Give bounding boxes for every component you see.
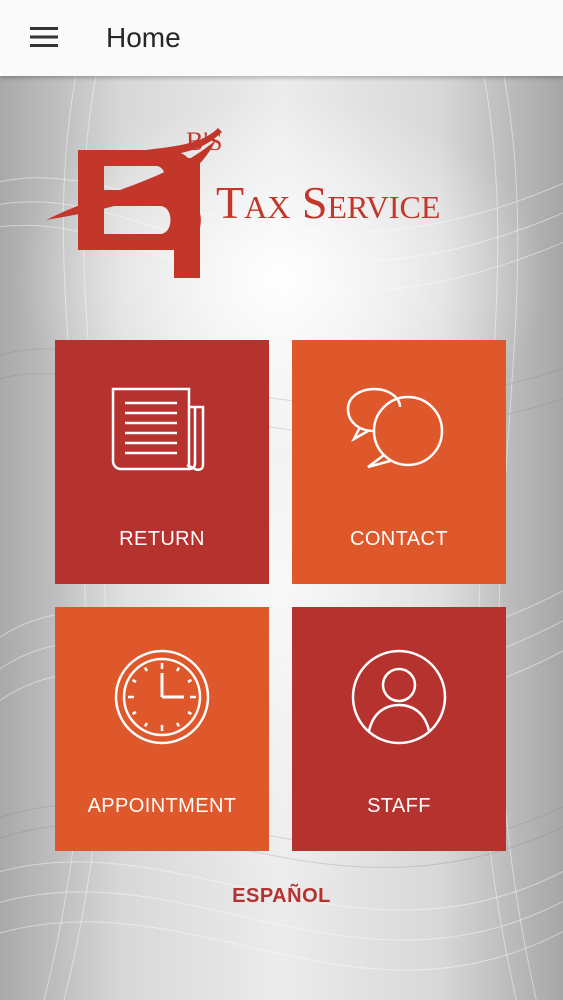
hamburger-menu-icon — [30, 27, 58, 47]
logo-mark: B'S — [186, 127, 223, 156]
newspaper-icon — [111, 387, 205, 472]
appointment-tile[interactable]: APPOINTMENT — [55, 607, 269, 851]
contact-tile[interactable]: CONTACT — [292, 340, 506, 584]
staff-label: STAFF — [367, 795, 431, 817]
page-title: Home — [106, 22, 181, 53]
chat-bubbles-icon — [346, 387, 444, 469]
user-avatar-icon — [351, 649, 447, 745]
brand-logo: B'S Tax Service — [46, 120, 521, 280]
return-label: RETURN — [119, 528, 205, 550]
menu-button[interactable] — [18, 14, 70, 60]
clock-icon — [114, 649, 210, 745]
logo-text: Tax Service — [216, 177, 440, 228]
appointment-label: APPOINTMENT — [87, 795, 237, 817]
contact-label: CONTACT — [350, 528, 448, 550]
staff-tile[interactable]: STAFF — [292, 607, 506, 851]
language-link-espanol[interactable]: ESPAÑOL — [0, 885, 563, 908]
return-tile[interactable]: RETURN — [55, 340, 269, 584]
app-bar: Home — [0, 0, 563, 76]
